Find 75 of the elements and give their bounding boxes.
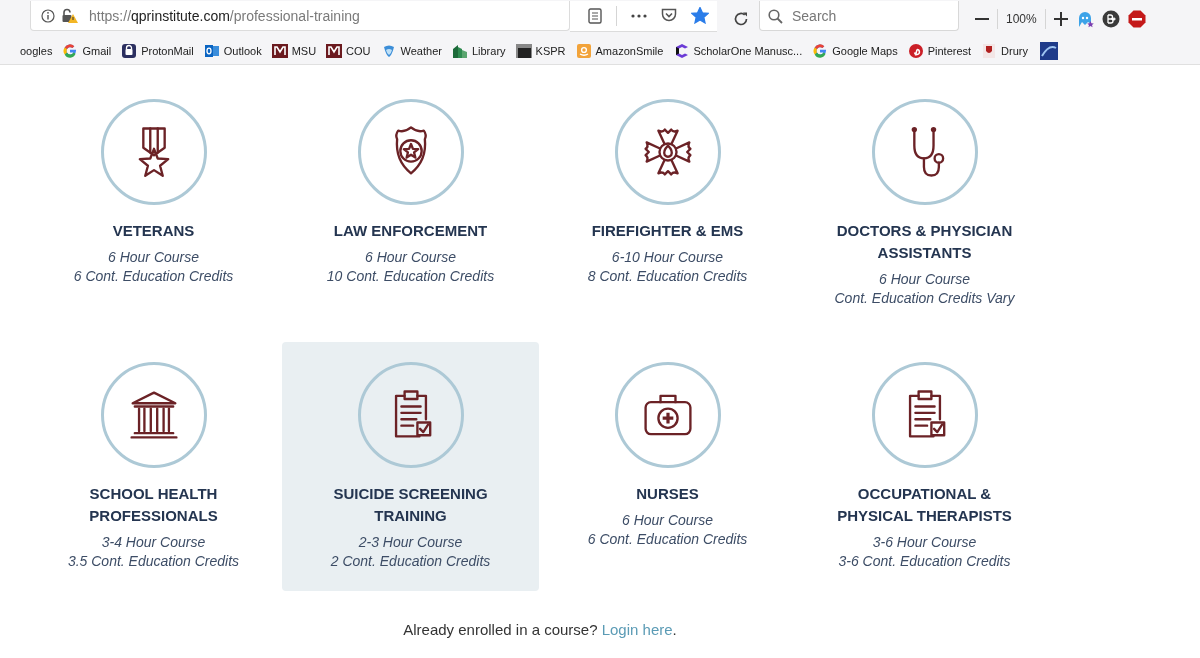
zoom-in-icon[interactable] bbox=[1053, 12, 1068, 26]
course-title: LAW ENFORCEMENT bbox=[333, 221, 488, 241]
course-card[interactable]: VETERANS 6 Hour Course 6 Cont. Education Credits bbox=[25, 79, 282, 328]
circle-extension-icon[interactable] bbox=[1101, 10, 1120, 28]
course-detail: 8 Cont. Education Credits bbox=[587, 267, 748, 286]
search-icon bbox=[768, 9, 783, 24]
course-detail: 6 Hour Course bbox=[878, 270, 970, 289]
pin-logo-icon bbox=[907, 43, 924, 59]
course-card[interactable]: NURSES 6 Hour Course 6 Cont. Education Credits bbox=[539, 342, 796, 591]
course-title: VETERANS bbox=[112, 221, 195, 241]
google-g-icon bbox=[812, 43, 829, 59]
course-detail: 6-10 Hour Course bbox=[611, 248, 724, 267]
bookmark-link[interactable]: COU bbox=[326, 43, 371, 59]
google-g-icon bbox=[62, 43, 79, 59]
bookmark-link[interactable]: ScholarOne Manusc... bbox=[673, 43, 803, 59]
hexagon-logo-icon bbox=[673, 43, 690, 59]
footer-text: Already enrolled in a course? Login here. bbox=[403, 621, 677, 638]
course-title: DOCTORS & PHYSICIAN ASSISTANTS bbox=[835, 221, 1014, 263]
bookmark-star-icon[interactable] bbox=[691, 7, 709, 24]
bookmark-link[interactable]: Gmail bbox=[62, 43, 112, 59]
mail-app-icon bbox=[203, 43, 220, 59]
course-detail: 3-4 Hour Course bbox=[101, 533, 206, 552]
smile-logo-icon bbox=[575, 43, 592, 59]
course-card[interactable]: FIREFIGHTER & EMS 6-10 Hour Course 8 Cont. Education Credits bbox=[539, 79, 796, 328]
lock-badge-icon bbox=[121, 43, 138, 59]
bookmark-link[interactable]: Pinterest bbox=[907, 43, 972, 59]
address-bar[interactable]: https://qprinstitute.com/professional-training bbox=[30, 1, 570, 31]
course-card[interactable]: DOCTORS & PHYSICIAN ASSISTANTS 6 Hour Course Cont. Education Credits Vary bbox=[796, 79, 1053, 328]
bookmark-link[interactable]: ProtonMail bbox=[121, 43, 194, 59]
course-detail: 6 Cont. Education Credits bbox=[73, 267, 234, 286]
course-detail: 6 Hour Course bbox=[621, 511, 713, 530]
url-text[interactable]: https://qprinstitute.com/professional-training bbox=[89, 7, 360, 24]
course-detail: 6 Cont. Education Credits bbox=[587, 530, 748, 549]
bookmark-link[interactable]: Weather bbox=[380, 43, 442, 59]
bookmark-link[interactable]: Drury bbox=[981, 43, 1028, 59]
bookmark-link[interactable]: MSU bbox=[271, 43, 317, 59]
course-detail: 2 Cont. Education Credits bbox=[330, 552, 491, 571]
course-detail: 10 Cont. Education Credits bbox=[326, 267, 495, 286]
course-detail: 3-6 Hour Course bbox=[872, 533, 977, 552]
course-detail: Cont. Education Credits Vary bbox=[834, 289, 1015, 308]
course-title: NURSES bbox=[636, 484, 699, 504]
course-title: FIREFIGHTER & EMS bbox=[591, 221, 744, 241]
tv-logo-icon bbox=[515, 43, 532, 59]
info-icon[interactable] bbox=[41, 8, 55, 23]
m-logo-icon bbox=[271, 43, 288, 59]
course-detail: 3.5 Cont. Education Credits bbox=[67, 552, 240, 571]
search-field[interactable]: Search bbox=[759, 1, 959, 31]
bookmark-link[interactable]: AmazonSmile bbox=[575, 43, 664, 59]
bookmark-link[interactable]: KSPR bbox=[515, 43, 566, 59]
course-detail: 2-3 Hour Course bbox=[358, 533, 463, 552]
bookmark-link[interactable]: Library bbox=[451, 43, 506, 59]
m-logo-icon bbox=[326, 43, 343, 59]
course-title: SCHOOL HEALTH PROFESSIONALS bbox=[88, 484, 219, 526]
course-card[interactable]: SCHOOL HEALTH PROFESSIONALS 3-4 Hour Course 3.5 Cont. Education Credits bbox=[25, 342, 282, 591]
stop-sign-extension-icon[interactable] bbox=[1127, 10, 1146, 28]
course-card[interactable]: LAW ENFORCEMENT 6 Hour Course 10 Cont. Education Credits bbox=[282, 79, 539, 328]
more-actions-icon[interactable] bbox=[631, 13, 647, 18]
course-card[interactable]: SUICIDE SCREENING TRAINING 2-3 Hour Course 2 Cont. Education Credits bbox=[282, 342, 539, 591]
course-title: OCCUPATIONAL & PHYSICAL THERAPISTS bbox=[836, 484, 1013, 526]
site-logo-icon[interactable] bbox=[1040, 42, 1058, 60]
zoom-level[interactable]: 100% bbox=[1006, 12, 1037, 26]
crest-icon bbox=[981, 43, 998, 59]
course-detail: 6 Hour Course bbox=[107, 248, 199, 267]
pocket-icon[interactable] bbox=[661, 8, 677, 23]
course-card[interactable]: OCCUPATIONAL & PHYSICAL THERAPISTS 3-6 Hour Course 3-6 Cont. Education Credits bbox=[796, 342, 1053, 591]
reader-view-icon[interactable] bbox=[588, 7, 602, 24]
course-title: SUICIDE SCREENING TRAINING bbox=[332, 484, 489, 526]
bookmark-link[interactable]: Google Maps bbox=[812, 43, 898, 59]
insecure-lock-icon[interactable] bbox=[61, 7, 79, 24]
building-icon bbox=[451, 43, 468, 59]
bookmark-link[interactable]: Outlook bbox=[203, 43, 262, 59]
course-detail: 3-6 Cont. Education Credits bbox=[838, 552, 1011, 571]
course-detail: 6 Hour Course bbox=[364, 248, 456, 267]
bookmark-link[interactable]: oogles bbox=[20, 45, 53, 57]
reload-icon[interactable] bbox=[733, 11, 749, 27]
